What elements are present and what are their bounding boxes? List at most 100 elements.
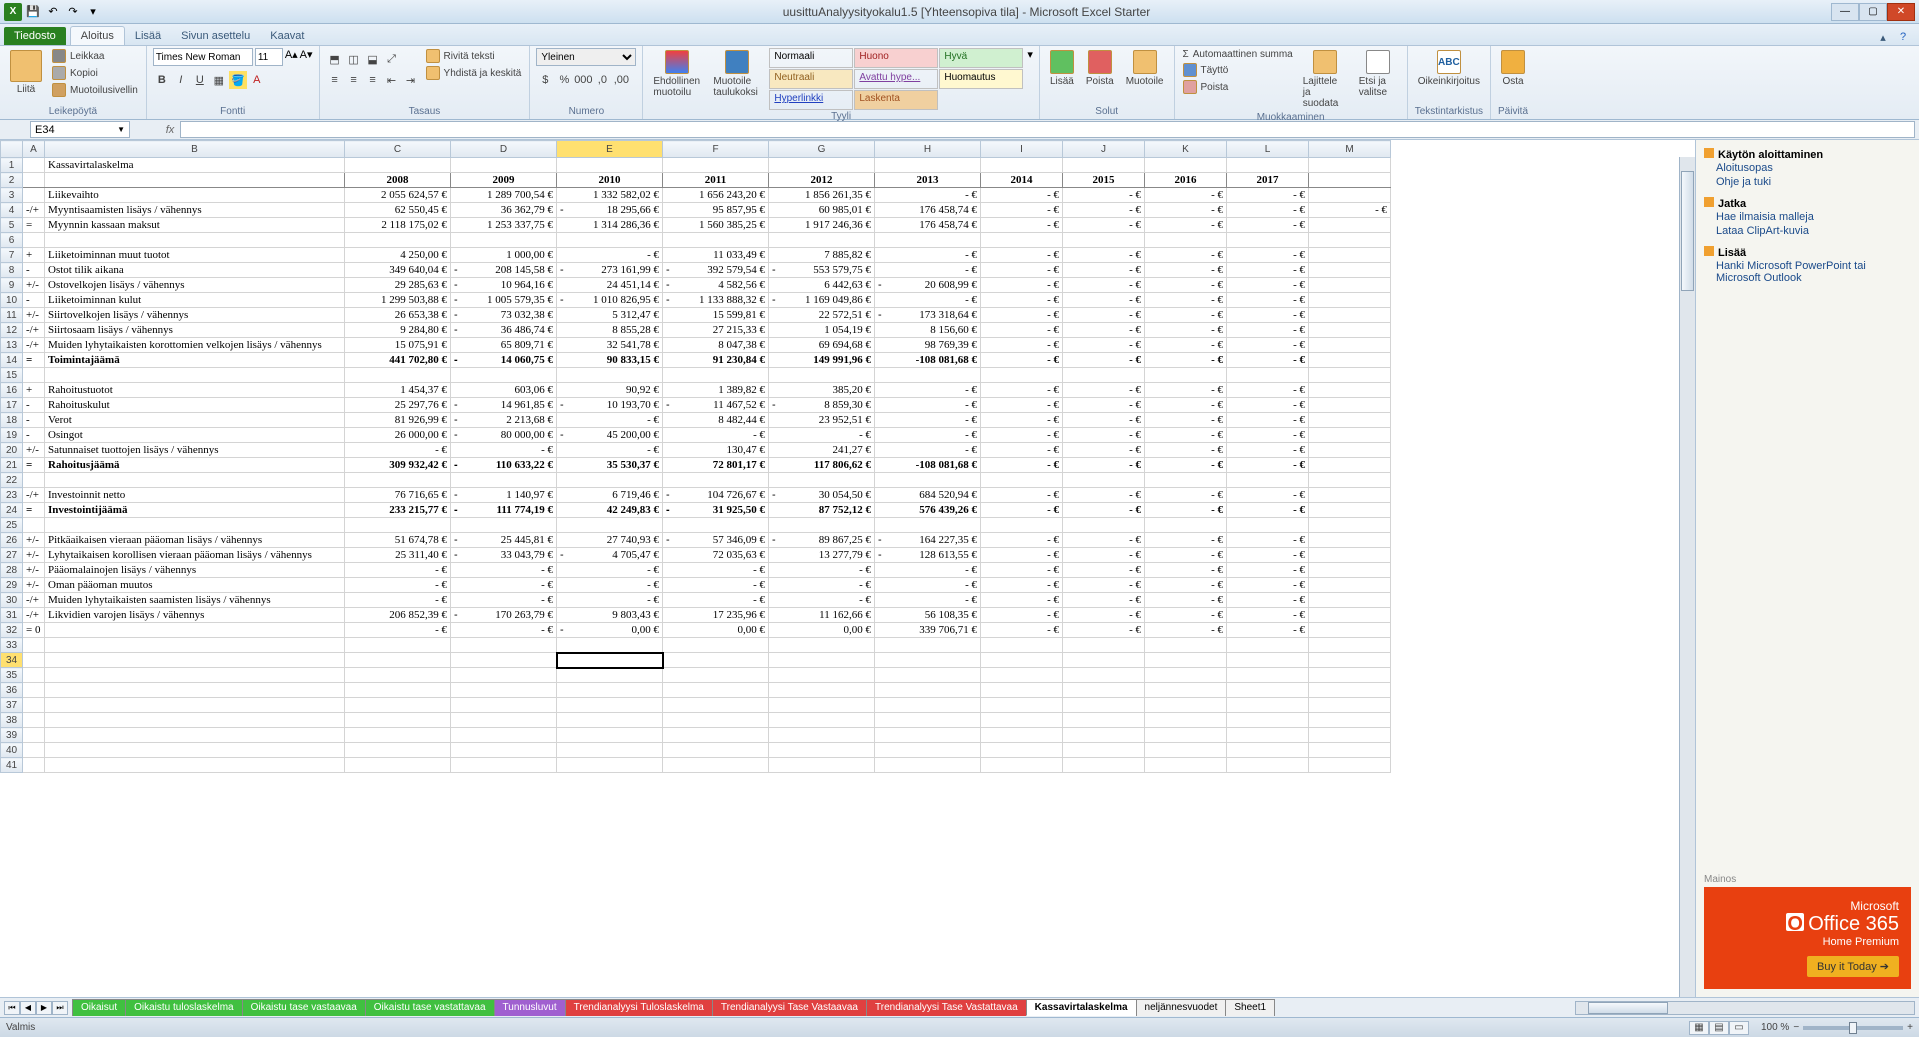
cell[interactable] — [769, 758, 875, 773]
cell[interactable]: 72 801,17 € — [663, 458, 769, 473]
cell[interactable]: - € — [1227, 248, 1309, 263]
cell[interactable] — [1309, 698, 1391, 713]
cell[interactable]: - € — [663, 593, 769, 608]
row-header-15[interactable]: 15 — [1, 368, 23, 383]
cell[interactable] — [1309, 383, 1391, 398]
buy-today-button[interactable]: Buy it Today ➔ — [1807, 956, 1899, 977]
wrap-text-button[interactable]: Rivitä teksti — [424, 48, 524, 64]
cell[interactable]: - € — [1063, 278, 1145, 293]
cell[interactable]: - € — [1145, 533, 1227, 548]
cell[interactable] — [1309, 548, 1391, 563]
minimize-ribbon-icon[interactable]: ▴ — [1875, 29, 1891, 45]
percent-icon[interactable]: % — [555, 71, 573, 89]
cell[interactable]: 62 550,45 € — [345, 203, 451, 218]
cell[interactable]: -0,00 € — [557, 623, 663, 638]
cell[interactable]: +/- — [23, 548, 45, 563]
cell[interactable]: - € — [451, 593, 557, 608]
col-header-H[interactable]: H — [875, 141, 981, 158]
sheet-tab[interactable]: Tunnusluvut — [494, 999, 566, 1016]
cell[interactable]: - € — [875, 578, 981, 593]
clear-button[interactable]: Poista — [1181, 79, 1295, 95]
col-header-B[interactable]: B — [45, 141, 345, 158]
cell[interactable] — [1145, 368, 1227, 383]
cell[interactable] — [557, 368, 663, 383]
cell[interactable] — [451, 743, 557, 758]
cell[interactable] — [23, 713, 45, 728]
close-button[interactable]: ✕ — [1887, 3, 1915, 21]
cell[interactable]: -57 346,09 € — [663, 533, 769, 548]
cell[interactable] — [345, 368, 451, 383]
cell[interactable]: -4 582,56 € — [663, 278, 769, 293]
tab-formulas[interactable]: Kaavat — [260, 27, 314, 45]
cell[interactable]: 576 439,26 € — [875, 503, 981, 518]
help-icon[interactable]: ? — [1895, 29, 1911, 45]
cell[interactable]: +/- — [23, 278, 45, 293]
row-header-27[interactable]: 27 — [1, 548, 23, 563]
cell[interactable]: - € — [1145, 488, 1227, 503]
cell[interactable]: -18 295,66 € — [557, 203, 663, 218]
cell[interactable] — [981, 653, 1063, 668]
cell[interactable]: - € — [663, 563, 769, 578]
style-bad[interactable]: Huono — [854, 48, 938, 68]
col-header-E[interactable]: E — [557, 141, 663, 158]
excel-icon[interactable]: X — [4, 3, 22, 21]
cell[interactable]: - € — [1145, 593, 1227, 608]
row-header-33[interactable]: 33 — [1, 638, 23, 653]
cell[interactable] — [1309, 488, 1391, 503]
cell[interactable] — [451, 713, 557, 728]
currency-icon[interactable]: $ — [536, 71, 554, 89]
format-cells-button[interactable]: Muotoile — [1122, 48, 1168, 89]
cell[interactable] — [663, 668, 769, 683]
row-header-29[interactable]: 29 — [1, 578, 23, 593]
namebox-dropdown-icon[interactable]: ▼ — [117, 125, 125, 134]
cell[interactable] — [1145, 758, 1227, 773]
cell[interactable]: Liiketoiminnan kulut — [45, 293, 345, 308]
cell[interactable] — [45, 728, 345, 743]
cell[interactable] — [557, 158, 663, 173]
cell[interactable]: - € — [875, 563, 981, 578]
cell[interactable] — [451, 158, 557, 173]
cell[interactable] — [875, 158, 981, 173]
row-header-4[interactable]: 4 — [1, 203, 23, 218]
cell[interactable]: - € — [981, 323, 1063, 338]
cell[interactable] — [45, 653, 345, 668]
cell[interactable]: - € — [981, 308, 1063, 323]
col-header-D[interactable]: D — [451, 141, 557, 158]
cell[interactable] — [875, 638, 981, 653]
cell[interactable]: = — [23, 458, 45, 473]
cell[interactable]: 176 458,74 € — [875, 203, 981, 218]
cell[interactable] — [1145, 728, 1227, 743]
cell[interactable]: - € — [1063, 458, 1145, 473]
row-header-12[interactable]: 12 — [1, 323, 23, 338]
cell[interactable]: - € — [1145, 548, 1227, 563]
cell[interactable] — [1309, 533, 1391, 548]
tab-insert[interactable]: Lisää — [125, 27, 171, 45]
cell[interactable] — [1063, 158, 1145, 173]
cell[interactable]: 42 249,83 € — [557, 503, 663, 518]
cell[interactable] — [1145, 698, 1227, 713]
cell[interactable] — [1227, 758, 1309, 773]
cell[interactable] — [23, 758, 45, 773]
cell[interactable] — [1309, 563, 1391, 578]
cell[interactable]: - € — [345, 443, 451, 458]
cell[interactable] — [769, 638, 875, 653]
cell[interactable]: -11 467,52 € — [663, 398, 769, 413]
cell[interactable]: - — [23, 413, 45, 428]
cell[interactable] — [663, 758, 769, 773]
increase-indent-icon[interactable]: ⇥ — [402, 71, 420, 89]
cell[interactable] — [1063, 668, 1145, 683]
cell[interactable] — [1227, 713, 1309, 728]
cell[interactable] — [663, 713, 769, 728]
cell[interactable]: - € — [981, 263, 1063, 278]
cell[interactable] — [1309, 353, 1391, 368]
cell[interactable]: 206 852,39 € — [345, 608, 451, 623]
cell[interactable]: 385,20 € — [769, 383, 875, 398]
cell[interactable] — [875, 728, 981, 743]
cell[interactable] — [1309, 473, 1391, 488]
cell[interactable]: 309 932,42 € — [345, 458, 451, 473]
cell[interactable]: - € — [663, 578, 769, 593]
zoom-slider[interactable] — [1803, 1026, 1903, 1030]
cell[interactable]: -31 925,50 € — [663, 503, 769, 518]
cell[interactable] — [1309, 188, 1391, 203]
cell[interactable]: - € — [345, 578, 451, 593]
